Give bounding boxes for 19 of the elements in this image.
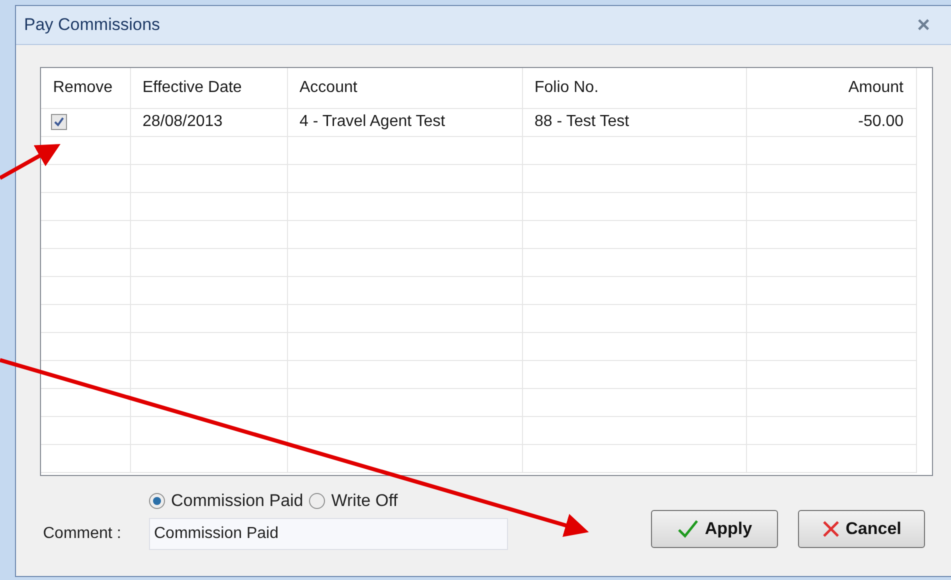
column-header[interactable]: Account <box>300 78 358 96</box>
checkbox[interactable] <box>51 114 67 130</box>
cross-icon <box>822 520 840 538</box>
column-header[interactable]: Remove <box>53 78 113 96</box>
apply-button[interactable]: Apply <box>651 510 778 548</box>
column-header[interactable]: Folio No. <box>534 78 599 96</box>
table-cell: 4 - Travel Agent Test <box>300 113 446 130</box>
check-icon <box>676 518 699 538</box>
window-title: Pay Commissions <box>24 14 160 36</box>
table-cell: 28/08/2013 <box>142 113 223 130</box>
column-header[interactable]: Effective Date <box>142 78 242 96</box>
radio-option[interactable]: Write Off <box>309 488 398 514</box>
radio-option[interactable]: Commission Paid <box>149 488 304 514</box>
table-cell: -50.00 <box>858 113 904 130</box>
comment-field[interactable]: Commission Paid <box>149 518 508 550</box>
table-cell: 88 - Test Test <box>534 113 630 130</box>
comment-label: Comment : <box>43 524 122 544</box>
column-header[interactable]: Amount <box>848 78 904 96</box>
cancel-button[interactable]: Cancel <box>798 510 925 548</box>
